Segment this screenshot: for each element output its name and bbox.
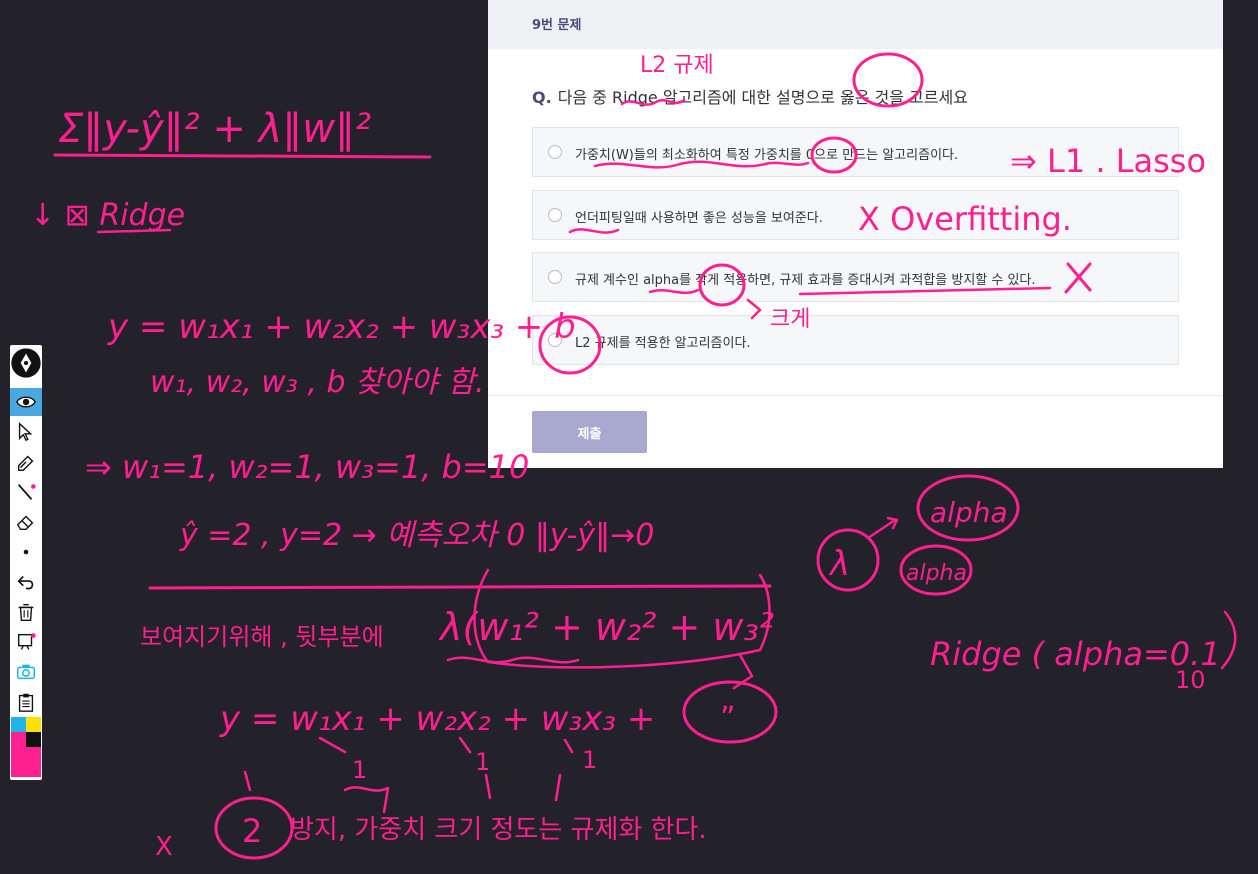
annotation-one-a: 1 <box>352 756 367 784</box>
annotation-eq-bottom: y = w₁x₁ + w₂x₂ + w₃x₃ + <box>219 699 655 739</box>
annotation-prediction: ŷ =2 , y=2 → 예측오차 0 ‖y-ŷ‖→0 <box>179 518 654 553</box>
annotation-alpha-1: alpha <box>930 496 1008 529</box>
annotation-bottom-x: X <box>155 832 173 862</box>
annotation-ridge-alpha-10: 10 <box>1175 666 1206 694</box>
annotation-l1-lasso: ⇒ L1 . Lasso <box>1010 142 1206 180</box>
annotation-size-note: 크게 <box>770 307 810 332</box>
annotation-ridge: ↓ ⊠ Ridge <box>30 198 185 233</box>
annotation-linear-eq: y = w₁x₁ + w₂x₂ + w₃x₃ + b <box>107 307 576 347</box>
annotation-layer: Σ‖y-ŷ‖² + λ‖w‖² ↓ ⊠ Ridge L2 규제 ⇒ L1 . L… <box>30 52 1237 862</box>
annotation-alpha-2: alpha <box>906 561 967 586</box>
annotation-formula: Σ‖y-ŷ‖² + λ‖w‖² <box>58 106 371 152</box>
annotation-lambda: λ <box>828 544 850 584</box>
annotation-one-b: 1 <box>475 748 490 776</box>
annotation-bottom-two: 2 <box>242 812 262 850</box>
annotation-l2-note: L2 규제 <box>640 53 714 78</box>
annotation-weights-values: ⇒ w₁=1, w₂=1, w₃=1, b=10 <box>85 448 529 486</box>
annotation-one-c: 1 <box>582 746 597 774</box>
annotation-eq-bottom-end: ” <box>720 701 736 736</box>
annotation-penalty-term: λ(w₁² + w₂² + w₃² <box>438 605 774 649</box>
annotation-penalty-left: 보여지기위해 , 뒷부분에 <box>140 623 384 651</box>
annotation-overfitting: X Overfitting. <box>858 200 1072 238</box>
annotation-weights-note: w₁, w₂, w₃ , b 찾아야 함. <box>150 365 485 400</box>
annotation-bottom-note: 방지, 가중치 크기 정도는 규제화 한다. <box>290 815 707 845</box>
